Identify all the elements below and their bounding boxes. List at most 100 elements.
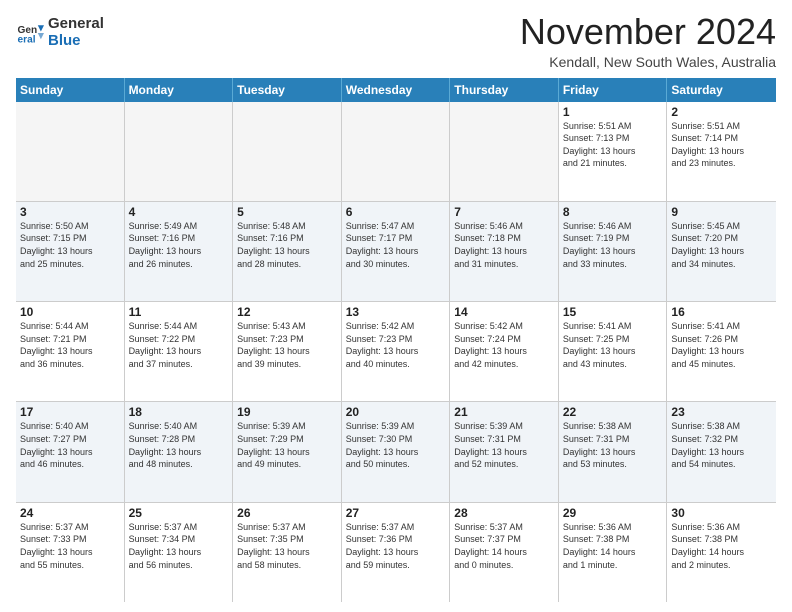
day-number: 30 (671, 506, 772, 520)
day-info: Sunrise: 5:40 AMSunset: 7:28 PMDaylight:… (129, 420, 229, 470)
day-info: Sunrise: 5:46 AMSunset: 7:18 PMDaylight:… (454, 220, 554, 270)
day-info: Sunrise: 5:50 AMSunset: 7:15 PMDaylight:… (20, 220, 120, 270)
day-info: Sunrise: 5:37 AMSunset: 7:36 PMDaylight:… (346, 521, 446, 571)
day-30: 30Sunrise: 5:36 AMSunset: 7:38 PMDayligh… (667, 503, 776, 602)
day-20: 20Sunrise: 5:39 AMSunset: 7:30 PMDayligh… (342, 402, 451, 501)
location: Kendall, New South Wales, Australia (520, 54, 776, 70)
month-title: November 2024 (520, 12, 776, 52)
logo-text: General Blue (48, 16, 104, 49)
day-number: 7 (454, 205, 554, 219)
day-24: 24Sunrise: 5:37 AMSunset: 7:33 PMDayligh… (16, 503, 125, 602)
day-info: Sunrise: 5:39 AMSunset: 7:30 PMDaylight:… (346, 420, 446, 470)
day-number: 26 (237, 506, 337, 520)
week-row-1: 1Sunrise: 5:51 AMSunset: 7:13 PMDaylight… (16, 102, 776, 202)
day-info: Sunrise: 5:39 AMSunset: 7:29 PMDaylight:… (237, 420, 337, 470)
day-29: 29Sunrise: 5:36 AMSunset: 7:38 PMDayligh… (559, 503, 668, 602)
day-info: Sunrise: 5:42 AMSunset: 7:23 PMDaylight:… (346, 320, 446, 370)
day-number: 17 (20, 405, 120, 419)
svg-text:eral: eral (18, 34, 36, 45)
day-17: 17Sunrise: 5:40 AMSunset: 7:27 PMDayligh… (16, 402, 125, 501)
day-number: 15 (563, 305, 663, 319)
day-info: Sunrise: 5:37 AMSunset: 7:35 PMDaylight:… (237, 521, 337, 571)
day-6: 6Sunrise: 5:47 AMSunset: 7:17 PMDaylight… (342, 202, 451, 301)
day-number: 18 (129, 405, 229, 419)
day-number: 20 (346, 405, 446, 419)
day-11: 11Sunrise: 5:44 AMSunset: 7:22 PMDayligh… (125, 302, 234, 401)
day-info: Sunrise: 5:37 AMSunset: 7:37 PMDaylight:… (454, 521, 554, 571)
day-16: 16Sunrise: 5:41 AMSunset: 7:26 PMDayligh… (667, 302, 776, 401)
header-friday: Friday (559, 78, 668, 102)
day-info: Sunrise: 5:42 AMSunset: 7:24 PMDaylight:… (454, 320, 554, 370)
calendar-body: 1Sunrise: 5:51 AMSunset: 7:13 PMDaylight… (16, 102, 776, 602)
week-row-2: 3Sunrise: 5:50 AMSunset: 7:15 PMDaylight… (16, 202, 776, 302)
calendar-page: Gen eral General Blue November 2024 Kend… (0, 0, 792, 612)
day-22: 22Sunrise: 5:38 AMSunset: 7:31 PMDayligh… (559, 402, 668, 501)
day-info: Sunrise: 5:36 AMSunset: 7:38 PMDaylight:… (671, 521, 772, 571)
day-number: 11 (129, 305, 229, 319)
calendar-header: SundayMondayTuesdayWednesdayThursdayFrid… (16, 78, 776, 102)
day-15: 15Sunrise: 5:41 AMSunset: 7:25 PMDayligh… (559, 302, 668, 401)
logo: Gen eral General Blue (16, 16, 104, 49)
day-number: 29 (563, 506, 663, 520)
day-number: 3 (20, 205, 120, 219)
day-27: 27Sunrise: 5:37 AMSunset: 7:36 PMDayligh… (342, 503, 451, 602)
empty-cell (125, 102, 234, 201)
day-info: Sunrise: 5:37 AMSunset: 7:34 PMDaylight:… (129, 521, 229, 571)
logo-general: General (48, 15, 104, 32)
day-28: 28Sunrise: 5:37 AMSunset: 7:37 PMDayligh… (450, 503, 559, 602)
day-25: 25Sunrise: 5:37 AMSunset: 7:34 PMDayligh… (125, 503, 234, 602)
day-info: Sunrise: 5:44 AMSunset: 7:21 PMDaylight:… (20, 320, 120, 370)
day-info: Sunrise: 5:45 AMSunset: 7:20 PMDaylight:… (671, 220, 772, 270)
day-info: Sunrise: 5:46 AMSunset: 7:19 PMDaylight:… (563, 220, 663, 270)
day-7: 7Sunrise: 5:46 AMSunset: 7:18 PMDaylight… (450, 202, 559, 301)
day-2: 2Sunrise: 5:51 AMSunset: 7:14 PMDaylight… (667, 102, 776, 201)
logo-blue: Blue (48, 32, 81, 49)
day-number: 23 (671, 405, 772, 419)
day-number: 4 (129, 205, 229, 219)
day-info: Sunrise: 5:51 AMSunset: 7:14 PMDaylight:… (671, 120, 772, 170)
day-number: 13 (346, 305, 446, 319)
day-23: 23Sunrise: 5:38 AMSunset: 7:32 PMDayligh… (667, 402, 776, 501)
day-26: 26Sunrise: 5:37 AMSunset: 7:35 PMDayligh… (233, 503, 342, 602)
day-number: 12 (237, 305, 337, 319)
header-sunday: Sunday (16, 78, 125, 102)
day-info: Sunrise: 5:38 AMSunset: 7:31 PMDaylight:… (563, 420, 663, 470)
day-8: 8Sunrise: 5:46 AMSunset: 7:19 PMDaylight… (559, 202, 668, 301)
day-info: Sunrise: 5:40 AMSunset: 7:27 PMDaylight:… (20, 420, 120, 470)
day-10: 10Sunrise: 5:44 AMSunset: 7:21 PMDayligh… (16, 302, 125, 401)
header-saturday: Saturday (667, 78, 776, 102)
day-18: 18Sunrise: 5:40 AMSunset: 7:28 PMDayligh… (125, 402, 234, 501)
day-number: 8 (563, 205, 663, 219)
day-number: 24 (20, 506, 120, 520)
day-info: Sunrise: 5:39 AMSunset: 7:31 PMDaylight:… (454, 420, 554, 470)
empty-cell (342, 102, 451, 201)
day-4: 4Sunrise: 5:49 AMSunset: 7:16 PMDaylight… (125, 202, 234, 301)
title-block: November 2024 Kendall, New South Wales, … (520, 12, 776, 70)
day-21: 21Sunrise: 5:39 AMSunset: 7:31 PMDayligh… (450, 402, 559, 501)
week-row-3: 10Sunrise: 5:44 AMSunset: 7:21 PMDayligh… (16, 302, 776, 402)
day-number: 6 (346, 205, 446, 219)
empty-cell (16, 102, 125, 201)
day-info: Sunrise: 5:38 AMSunset: 7:32 PMDaylight:… (671, 420, 772, 470)
day-info: Sunrise: 5:41 AMSunset: 7:25 PMDaylight:… (563, 320, 663, 370)
day-number: 2 (671, 105, 772, 119)
day-number: 22 (563, 405, 663, 419)
day-info: Sunrise: 5:36 AMSunset: 7:38 PMDaylight:… (563, 521, 663, 571)
day-number: 9 (671, 205, 772, 219)
logo-icon: Gen eral (16, 19, 44, 47)
header-thursday: Thursday (450, 78, 559, 102)
day-number: 16 (671, 305, 772, 319)
empty-cell (233, 102, 342, 201)
day-9: 9Sunrise: 5:45 AMSunset: 7:20 PMDaylight… (667, 202, 776, 301)
day-number: 21 (454, 405, 554, 419)
day-info: Sunrise: 5:51 AMSunset: 7:13 PMDaylight:… (563, 120, 663, 170)
empty-cell (450, 102, 559, 201)
day-info: Sunrise: 5:37 AMSunset: 7:33 PMDaylight:… (20, 521, 120, 571)
day-info: Sunrise: 5:49 AMSunset: 7:16 PMDaylight:… (129, 220, 229, 270)
day-number: 14 (454, 305, 554, 319)
day-14: 14Sunrise: 5:42 AMSunset: 7:24 PMDayligh… (450, 302, 559, 401)
header-monday: Monday (125, 78, 234, 102)
page-header: Gen eral General Blue November 2024 Kend… (16, 12, 776, 70)
day-1: 1Sunrise: 5:51 AMSunset: 7:13 PMDaylight… (559, 102, 668, 201)
day-12: 12Sunrise: 5:43 AMSunset: 7:23 PMDayligh… (233, 302, 342, 401)
